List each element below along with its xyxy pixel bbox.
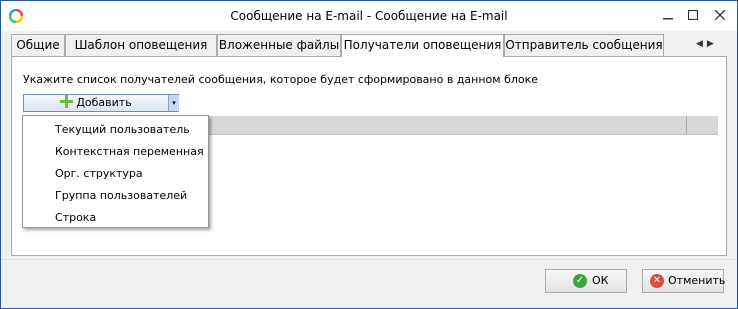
- maximize-button[interactable]: [680, 5, 706, 27]
- menu-item-org-structure[interactable]: Орг. структура: [55, 167, 143, 180]
- tab-scroll-right-icon[interactable]: ▶: [707, 39, 718, 49]
- tab-strip: Общие Шаблон оповещения Вложенные файлы …: [11, 34, 727, 57]
- add-split-button[interactable]: Добавить ▾: [23, 94, 179, 112]
- title-bar[interactable]: Сообщение на E-mail - Сообщение на E-mai…: [1, 1, 737, 31]
- ok-button[interactable]: ✓ ОК: [545, 269, 627, 293]
- tab-scroll-arrows[interactable]: ◀▶: [696, 39, 718, 49]
- minimize-icon: [663, 18, 673, 20]
- recipients-instruction: Укажите список получателей сообщения, ко…: [23, 73, 539, 86]
- add-button-label: Добавить: [76, 96, 132, 109]
- menu-item-string[interactable]: Строка: [55, 211, 96, 224]
- tab-sender[interactable]: Отправитель сообщения: [504, 34, 664, 56]
- footer-divider: [1, 259, 737, 260]
- menu-item-current-user[interactable]: Текущий пользователь: [55, 123, 190, 136]
- menu-item-user-group[interactable]: Группа пользователей: [55, 189, 187, 202]
- recipients-grid-header: [208, 116, 718, 135]
- tab-general[interactable]: Общие: [11, 34, 65, 56]
- cancel-button-label: Отменить: [668, 274, 726, 287]
- tab-recipients[interactable]: Получатели оповещения: [341, 34, 504, 57]
- dropdown-arrow-icon[interactable]: ▾: [168, 95, 179, 111]
- maximize-icon: [687, 9, 699, 21]
- menu-item-context-variable[interactable]: Контекстная переменная: [55, 145, 204, 158]
- add-dropdown-menu: Текущий пользователь Контекстная перемен…: [22, 115, 209, 228]
- grid-column-divider: [686, 116, 687, 134]
- cancel-button[interactable]: ✕ Отменить: [642, 269, 726, 293]
- cancel-icon: ✕: [650, 274, 664, 288]
- checkmark-icon: ✓: [573, 274, 587, 288]
- add-button[interactable]: Добавить: [24, 95, 168, 111]
- tab-notification-template[interactable]: Шаблон оповещения: [65, 34, 217, 56]
- plus-icon: [60, 95, 74, 108]
- minimize-button[interactable]: [655, 5, 681, 27]
- window-title: Сообщение на E-mail - Сообщение на E-mai…: [230, 9, 508, 23]
- tab-attachments[interactable]: Вложенные файлы: [217, 34, 341, 56]
- dialog-window: Сообщение на E-mail - Сообщение на E-mai…: [0, 0, 738, 309]
- close-button[interactable]: [707, 5, 733, 27]
- close-icon: [714, 9, 726, 21]
- ok-button-label: ОК: [592, 274, 609, 287]
- tab-scroll-left-icon[interactable]: ◀: [696, 39, 707, 49]
